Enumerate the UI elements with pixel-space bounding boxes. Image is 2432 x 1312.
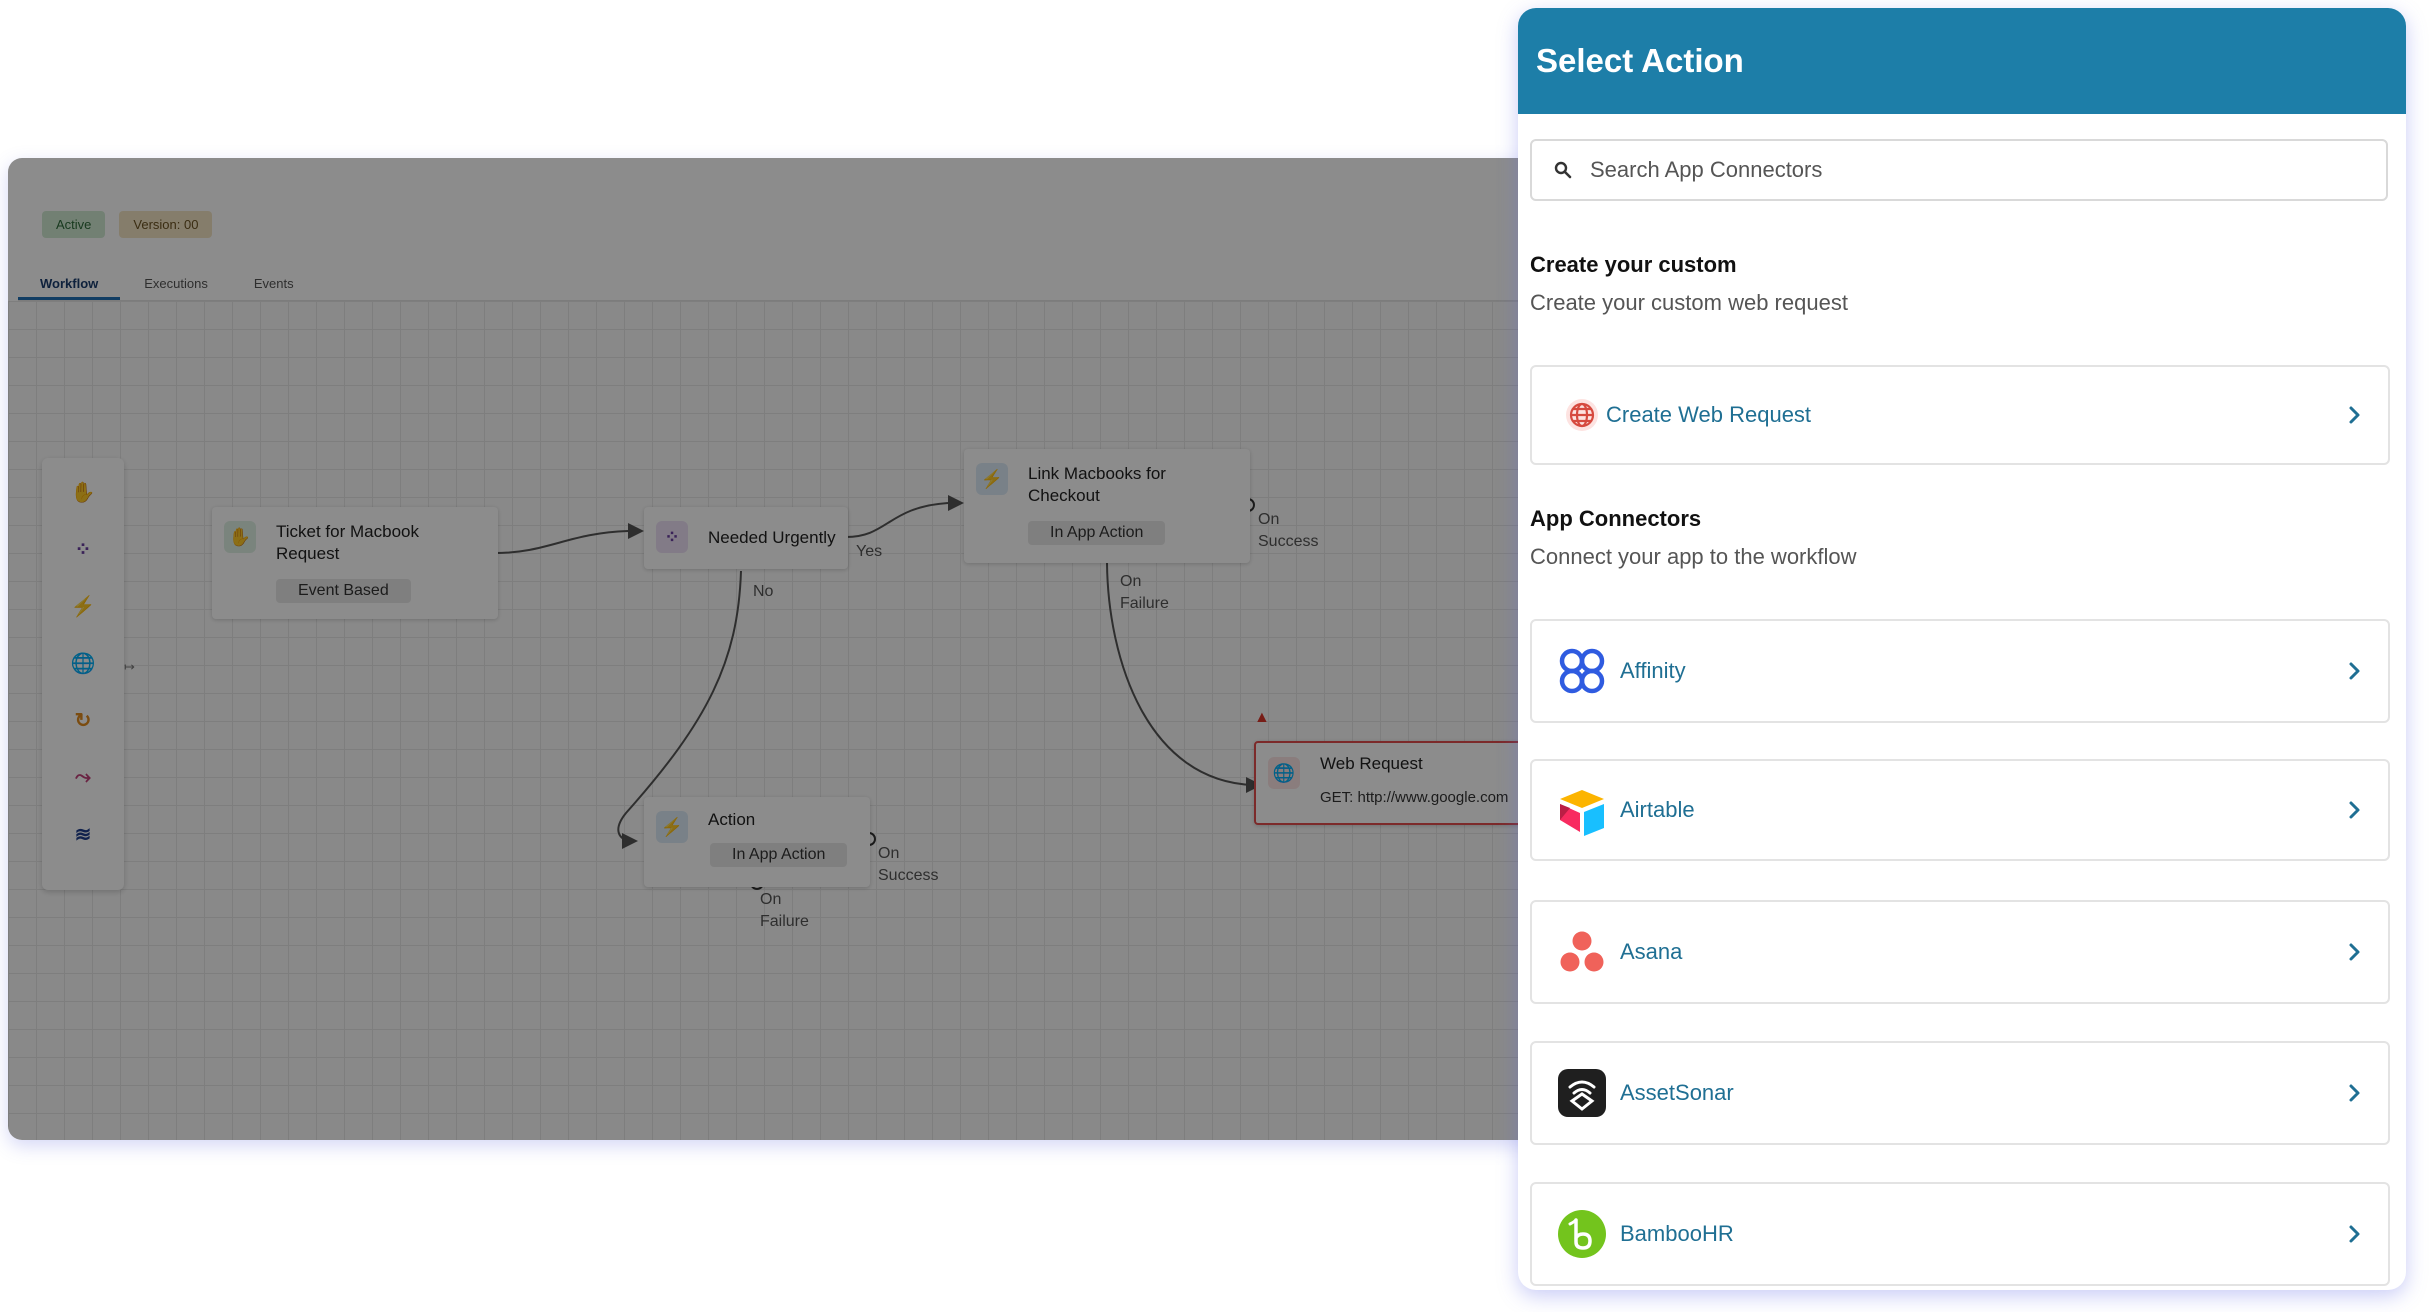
chevron-right-icon [2344,1224,2364,1244]
workflow-canvas[interactable]: ✋ ⁘ ⚡ 🌐 ↻ ⤳ ≋ ↦ ✋ Ticket for Macbook Req… [8,301,1568,1140]
connector-bamboohr[interactable]: BambooHR [1530,1182,2390,1286]
node-title: Link Macbooks for [1028,464,1166,483]
node-title: Needed Urgently [708,528,836,547]
chevron-right-icon [2344,800,2364,820]
node-title: Request [276,544,340,563]
edge-label-text: On [878,845,900,862]
node-detail: GET: http://www.google.com [1320,789,1509,806]
globe-icon [1556,389,1608,441]
tab-events[interactable]: Events [232,270,316,300]
workflow-editor: Active Version: 00 Workflow Executions E… [8,158,1568,1140]
node-condition[interactable]: ⁘ Needed Urgently [644,507,848,569]
connector-affinity[interactable]: Affinity [1530,619,2390,723]
warning-icon: ▲ [1254,709,1270,726]
asana-icon [1556,926,1608,978]
connector-label: Asana [1620,939,1683,964]
node-tag: In App Action [1028,521,1166,545]
connector-label: Airtable [1620,797,1695,822]
node-tag: In App Action [710,843,848,867]
edge-label-text: Success [878,867,939,884]
status-badge: Active [42,211,106,238]
edge-label-yes: Yes [856,543,883,560]
node-tag: Event Based [276,579,411,603]
search-input[interactable] [1588,156,2352,184]
edge-label-text: Success [1258,533,1319,550]
node-title: Action [708,810,756,829]
node-title: Web Request [1320,754,1423,773]
edge-label-text: On [760,891,782,908]
condition-icon: ⁘ [656,521,688,553]
tab-workflow[interactable]: Workflow [18,270,121,300]
tab-executions[interactable]: Executions [122,270,230,300]
custom-section-subtitle: Create your custom web request [1530,290,1848,315]
status-row: Active Version: 00 [42,211,213,238]
edge-trigger-to-condition [494,530,629,554]
workflow-edges [494,495,1262,890]
airtable-icon [1556,784,1608,836]
create-web-request-card[interactable]: Create Web Request [1530,365,2390,465]
arrow-head [948,495,964,511]
edge-label-on-failure: On Failure [760,889,809,933]
connector-label: Affinity [1620,658,1686,683]
select-action-panel: Select Action Create your custom Create … [1518,8,2406,1290]
chevron-right-icon [2344,1083,2364,1103]
node-toolbox: ✋ ⁘ ⚡ 🌐 ↻ ⤳ ≋ [42,458,124,890]
connectors-section-title: App Connectors [1530,506,1702,531]
custom-section-title: Create your custom [1530,252,1737,277]
connectors-section-subtitle: Connect your app to the workflow [1530,544,1857,569]
lightning-icon: ⚡ [976,463,1008,495]
edge-label-text: On [1120,573,1142,590]
edge-condition-to-link [845,502,949,538]
connector-airtable[interactable]: Airtable [1530,759,2390,861]
panel-header: Select Action [1518,8,2406,114]
edge-label-on-success: On Success [1258,509,1318,553]
bamboohr-icon [1556,1208,1608,1260]
collapse-toolbox-icon[interactable]: ↦ [124,659,135,675]
loop-tool-icon[interactable]: ↻ [69,706,97,734]
edge-label-on-success: On Success [878,843,938,887]
affinity-icon [1556,645,1608,697]
node-action[interactable]: ⚡ Action In App Action [644,797,870,887]
chevron-right-icon [2344,661,2364,681]
connector-assetsonar[interactable]: AssetSonar [1530,1041,2390,1145]
split-tool-icon[interactable]: ⤳ [69,763,97,791]
arrow-head [622,833,638,849]
create-web-request-label: Create Web Request [1606,402,1812,427]
edge-label-no: No [753,583,774,600]
panel-title: Select Action [1536,42,1744,79]
edge-label-text: Failure [760,913,809,930]
trigger-tool-icon[interactable]: ✋ [69,478,97,506]
node-link-macbooks[interactable]: ⚡ Link Macbooks for Checkout In App Acti… [964,449,1250,563]
database-tool-icon[interactable]: ≋ [69,820,97,848]
chevron-right-icon [2344,405,2364,425]
editor-tabs: Workflow Executions Events [18,270,1568,301]
connector-asana[interactable]: Asana [1530,900,2390,1004]
condition-tool-icon[interactable]: ⁘ [69,535,97,563]
globe-icon: 🌐 [1268,757,1300,789]
hand-icon: ✋ [224,521,256,553]
version-badge: Version: 00 [119,211,213,238]
action-tool-icon[interactable]: ⚡ [69,592,97,620]
connector-label: AssetSonar [1620,1080,1734,1105]
node-title: Checkout [1028,486,1100,505]
web-request-tool-icon[interactable]: 🌐 [69,649,97,677]
assetsonar-icon [1556,1067,1608,1119]
edge-label-on-failure: On Failure [1120,571,1169,615]
arrow-head [628,523,644,539]
node-title: Ticket for Macbook [276,522,419,541]
edge-label-text: Failure [1120,595,1169,612]
chevron-right-icon [2344,942,2364,962]
node-trigger[interactable]: ✋ Ticket for Macbook Request Event Based [212,507,498,619]
search-icon [1552,159,1574,181]
connector-label: BambooHR [1620,1221,1734,1246]
search-box[interactable] [1530,139,2388,201]
edge-label-text: On [1258,511,1280,528]
lightning-icon: ⚡ [656,811,688,843]
